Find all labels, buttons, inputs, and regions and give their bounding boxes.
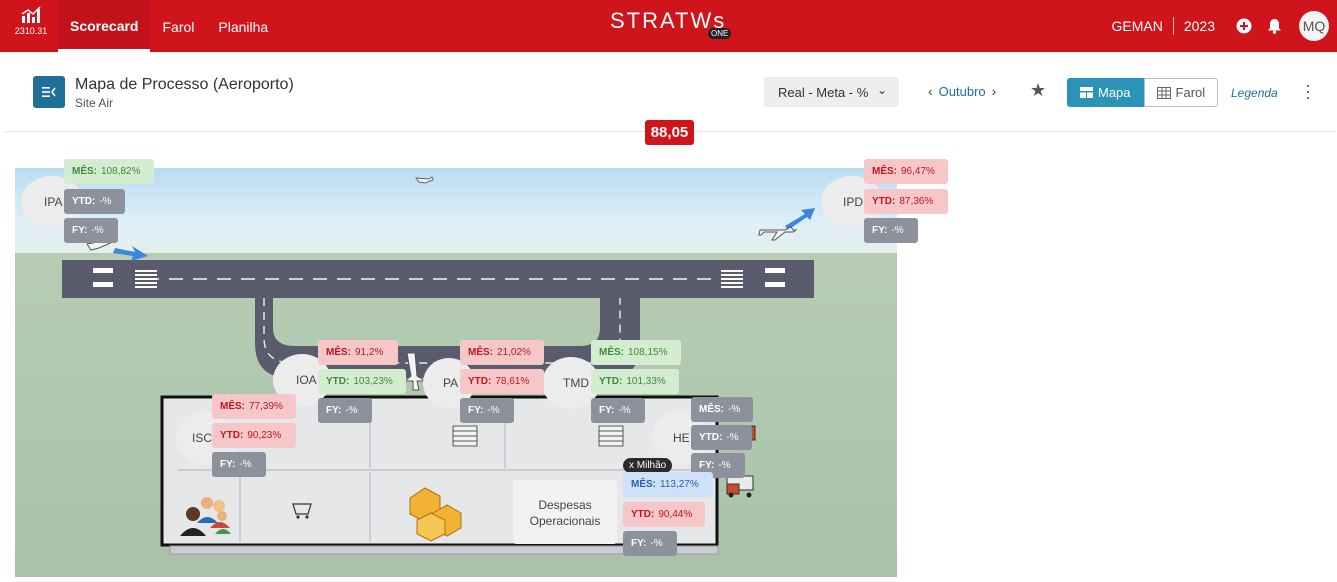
kpi-ioa-fy[interactable]: FY: -% [318,398,372,423]
more-options-icon[interactable]: · · · [1302,76,1314,106]
period-selector: ‹ Outubro › [922,83,1002,99]
kpi-pa-mes[interactable]: MÊS: 21,02% [460,340,544,365]
map-view-icon [1080,87,1093,98]
kpi-isc-ytd[interactable]: YTD: 90,23% [212,423,296,448]
period-label[interactable]: Outubro [939,84,986,99]
view-map-button[interactable]: Mapa [1067,78,1144,107]
view-map-label: Mapa [1098,85,1131,100]
unit-tag: x Milhão [623,458,673,473]
kpi-ipa-fy[interactable]: FY: -% [64,218,118,243]
kpi-ioa-ytd[interactable]: YTD: 103,23% [318,369,406,394]
kpi-ipa-mes[interactable]: MÊS: 108,82% [64,159,154,184]
kpi-ipd-mes[interactable]: MÊS: 96,47% [864,159,948,184]
view-farol-label: Farol [1175,85,1206,100]
previous-period-icon[interactable]: ‹ [922,83,939,99]
next-period-icon[interactable]: › [986,83,1003,99]
year-label[interactable]: 2023 [1184,18,1215,34]
nav-planilha[interactable]: Planilha [206,0,280,52]
kpi-ipd-ytd[interactable]: YTD: 87,36% [864,189,948,214]
top-navigation-bar: 2310.31 Scorecard Farol Planilha STRATWs… [0,0,1337,52]
page-title: Mapa de Processo (Aeroporto) [75,76,294,93]
collapse-menu-button[interactable] [33,76,65,108]
chevron-down-icon: ⌄ [876,83,887,97]
view-farol-button[interactable]: Farol [1143,78,1219,107]
menu-collapse-icon [42,87,56,97]
bar-chart-logo-icon [21,6,41,23]
kpi-desp-mes[interactable]: MÊS: 113,27% [623,472,713,497]
kpi-ioa-mes[interactable]: MÊS: 91,2% [318,340,398,365]
kpi-isc-fy[interactable]: FY: -% [212,452,266,477]
user-avatar[interactable]: MQ [1299,11,1329,41]
nav-scorecard[interactable]: Scorecard [58,0,151,52]
kpi-tmd-mes[interactable]: MÊS: 108,15% [591,340,681,365]
kpi-desp-ytd[interactable]: YTD: 90,44% [623,502,705,527]
value-mode-select[interactable]: Real - Meta - % ⌄ [764,77,899,107]
version-label: 2310.31 [14,26,48,36]
favorite-star-icon[interactable]: ★ [1030,80,1046,101]
despesas-operacionais-panel[interactable]: Despesas Operacionais [513,480,617,544]
main-nav: Scorecard Farol Planilha [58,0,280,52]
kpi-he-ytd[interactable]: YTD: -% [691,425,752,450]
kpi-ipd-fy[interactable]: FY: -% [864,218,918,243]
kpi-pa-fy[interactable]: FY: -% [460,398,514,423]
notification-bell-icon[interactable] [1259,11,1289,41]
table-grid-icon [1156,86,1171,99]
kpi-ipa-ytd[interactable]: YTD: -% [64,189,125,214]
divider [1172,17,1174,35]
top-right-controls: GEMAN 2023 MQ [1112,0,1329,52]
kpi-desp-fy[interactable]: FY: -% [623,531,677,556]
kpi-pa-ytd[interactable]: YTD: 78,61% [460,369,544,394]
brand-logo: STRATWs ONE [610,8,732,39]
kpi-tmd-fy[interactable]: FY: -% [591,398,645,423]
despesas-label: Despesas Operacionais [529,498,601,528]
kpi-he-mes[interactable]: MÊS: -% [691,397,753,422]
add-icon[interactable] [1229,11,1259,41]
app-logo[interactable]: 2310.31 [8,6,54,48]
kpi-isc-mes[interactable]: MÊS: 77,39% [212,394,296,419]
org-label[interactable]: GEMAN [1112,18,1163,34]
overall-score-badge: 88,05 [645,120,694,145]
value-mode-label: Real - Meta - % [778,84,869,100]
nav-farol[interactable]: Farol [150,0,206,52]
page-subtitle: Site Air [75,96,114,110]
process-map: IPA IPD IOA PA TMD ISC HE MÊS: 108,82% YT… [15,159,948,577]
kpi-tmd-ytd[interactable]: YTD: 101,33% [591,369,679,394]
brand-suffix: ONE [708,28,732,39]
view-toggle: Mapa Farol [1067,78,1219,107]
legend-link[interactable]: Legenda [1231,86,1278,100]
